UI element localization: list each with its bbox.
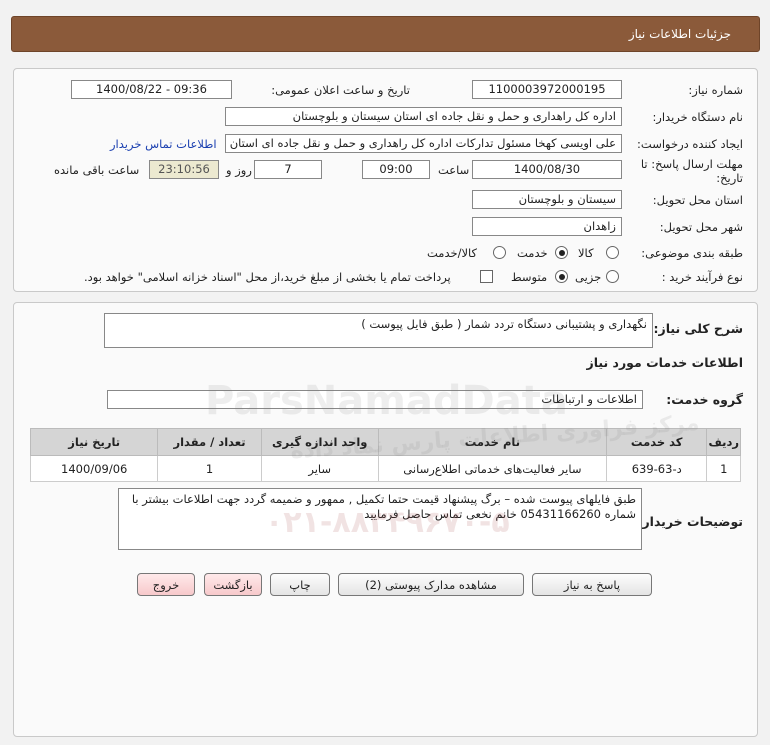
col-quantity: تعداد / مقدار	[157, 428, 262, 456]
exit-button[interactable]: خروج	[137, 573, 195, 596]
days-label: روز و	[226, 163, 252, 177]
deadline-time-field: 09:00	[362, 160, 430, 179]
remaining-time-field: 23:10:56	[149, 160, 219, 179]
cell-unit: سایر	[260, 455, 379, 482]
buyer-contact-link[interactable]: اطلاعات تماس خریدار	[110, 137, 217, 151]
deadline-label-line2: تاریخ:	[716, 171, 743, 185]
page-header: جزئیات اطلاعات نیاز	[11, 16, 760, 52]
cell-row-number: 1	[706, 455, 741, 482]
page-title: جزئیات اطلاعات نیاز	[628, 27, 731, 41]
cell-service-code: د-63-639	[605, 455, 708, 482]
announce-datetime-field: 1400/08/22 - 09:36	[71, 80, 232, 99]
deadline-time-label: ساعت	[438, 163, 470, 177]
remaining-time-label: ساعت باقی مانده	[54, 163, 140, 177]
col-service-name: نام خدمت	[377, 428, 607, 456]
general-description-label: شرح کلی نیاز:	[653, 321, 743, 336]
service-group-label: گروه خدمت:	[666, 392, 743, 407]
need-details-panel: شماره نیاز: 1100003972000195 تاریخ و ساع…	[13, 68, 758, 292]
category-option-service: خدمت	[517, 246, 548, 260]
city-field: زاهدان	[472, 217, 622, 236]
buyer-org-field: اداره کل راهداری و حمل و نقل جاده ای است…	[225, 107, 622, 126]
service-group-field: اطلاعات و ارتباطات	[107, 390, 643, 409]
need-number-label: شماره نیاز:	[688, 83, 743, 97]
days-field: 7	[254, 160, 322, 179]
category-radio-goods-service[interactable]	[493, 246, 506, 259]
cell-quantity: 1	[157, 455, 262, 482]
need-description-panel: شرح کلی نیاز: نگهداری و پشتیبانی دستگاه …	[13, 302, 758, 737]
table-row: 1 د-63-639 سایر فعالیت‌های خدماتی اطلاع‌…	[29, 455, 741, 482]
need-number-field: 1100003972000195	[472, 80, 622, 99]
col-row-number: ردیف	[706, 428, 741, 456]
cell-service-name: سایر فعالیت‌های خدماتی اطلاع‌رسانی	[377, 455, 607, 482]
col-service-code: کد خدمت	[605, 428, 708, 456]
deadline-label-line1: مهلت ارسال پاسخ: تا	[640, 157, 743, 171]
purchase-type-radio-minor[interactable]	[606, 270, 619, 283]
buyer-org-label: نام دستگاه خریدار:	[652, 110, 743, 124]
deadline-date-field: 1400/08/30	[472, 160, 622, 179]
requester-field: علی اویسی کهخا مسئول تدارکات اداره کل را…	[225, 134, 622, 153]
announce-datetime-label: تاریخ و ساعت اعلان عمومی:	[271, 83, 410, 97]
col-need-date: تاریخ نیاز	[29, 428, 159, 456]
purchase-type-option-minor: جزیی	[575, 270, 602, 284]
treasury-payment-note: پرداخت تمام یا بخشی از مبلغ خرید،از محل …	[84, 270, 451, 284]
category-option-goods: کالا	[578, 246, 594, 260]
reply-to-need-button[interactable]: پاسخ به نیاز	[532, 573, 652, 596]
category-label: طبقه بندی موضوعی:	[641, 246, 743, 260]
print-button[interactable]: چاپ	[270, 573, 330, 596]
general-description-field: نگهداری و پشتیبانی دستگاه تردد شمار ( طب…	[104, 313, 653, 348]
category-radio-service[interactable]	[555, 246, 568, 259]
province-label: استان محل تحویل:	[652, 193, 743, 207]
buyer-notes-field: طبق فایلهای پیوست شده – برگ پیشنهاد قیمت…	[118, 488, 642, 550]
buyer-notes-label: توضیحات خریدار:	[637, 514, 743, 529]
purchase-type-label: نوع فرآیند خرید :	[661, 270, 743, 284]
purchase-type-radio-medium[interactable]	[555, 270, 568, 283]
requester-label: ایجاد کننده درخواست:	[637, 137, 743, 151]
purchase-type-option-medium: متوسط	[511, 270, 548, 284]
services-table: ردیف کد خدمت نام خدمت واحد اندازه گیری ت…	[29, 428, 741, 482]
back-button[interactable]: بازگشت	[204, 573, 262, 596]
view-attachments-button[interactable]: مشاهده مدارک پیوستی (2)	[338, 573, 524, 596]
col-unit: واحد اندازه گیری	[260, 428, 379, 456]
services-heading: اطلاعات خدمات مورد نیاز	[586, 355, 744, 370]
category-option-goods-service: کالا/خدمت	[427, 246, 478, 260]
treasury-payment-checkbox[interactable]	[480, 270, 493, 283]
category-radio-goods[interactable]	[606, 246, 619, 259]
province-field: سیستان و بلوچستان	[472, 190, 622, 209]
services-table-header: ردیف کد خدمت نام خدمت واحد اندازه گیری ت…	[29, 428, 741, 456]
cell-need-date: 1400/09/06	[29, 455, 159, 482]
city-label: شهر محل تحویل:	[659, 220, 743, 234]
